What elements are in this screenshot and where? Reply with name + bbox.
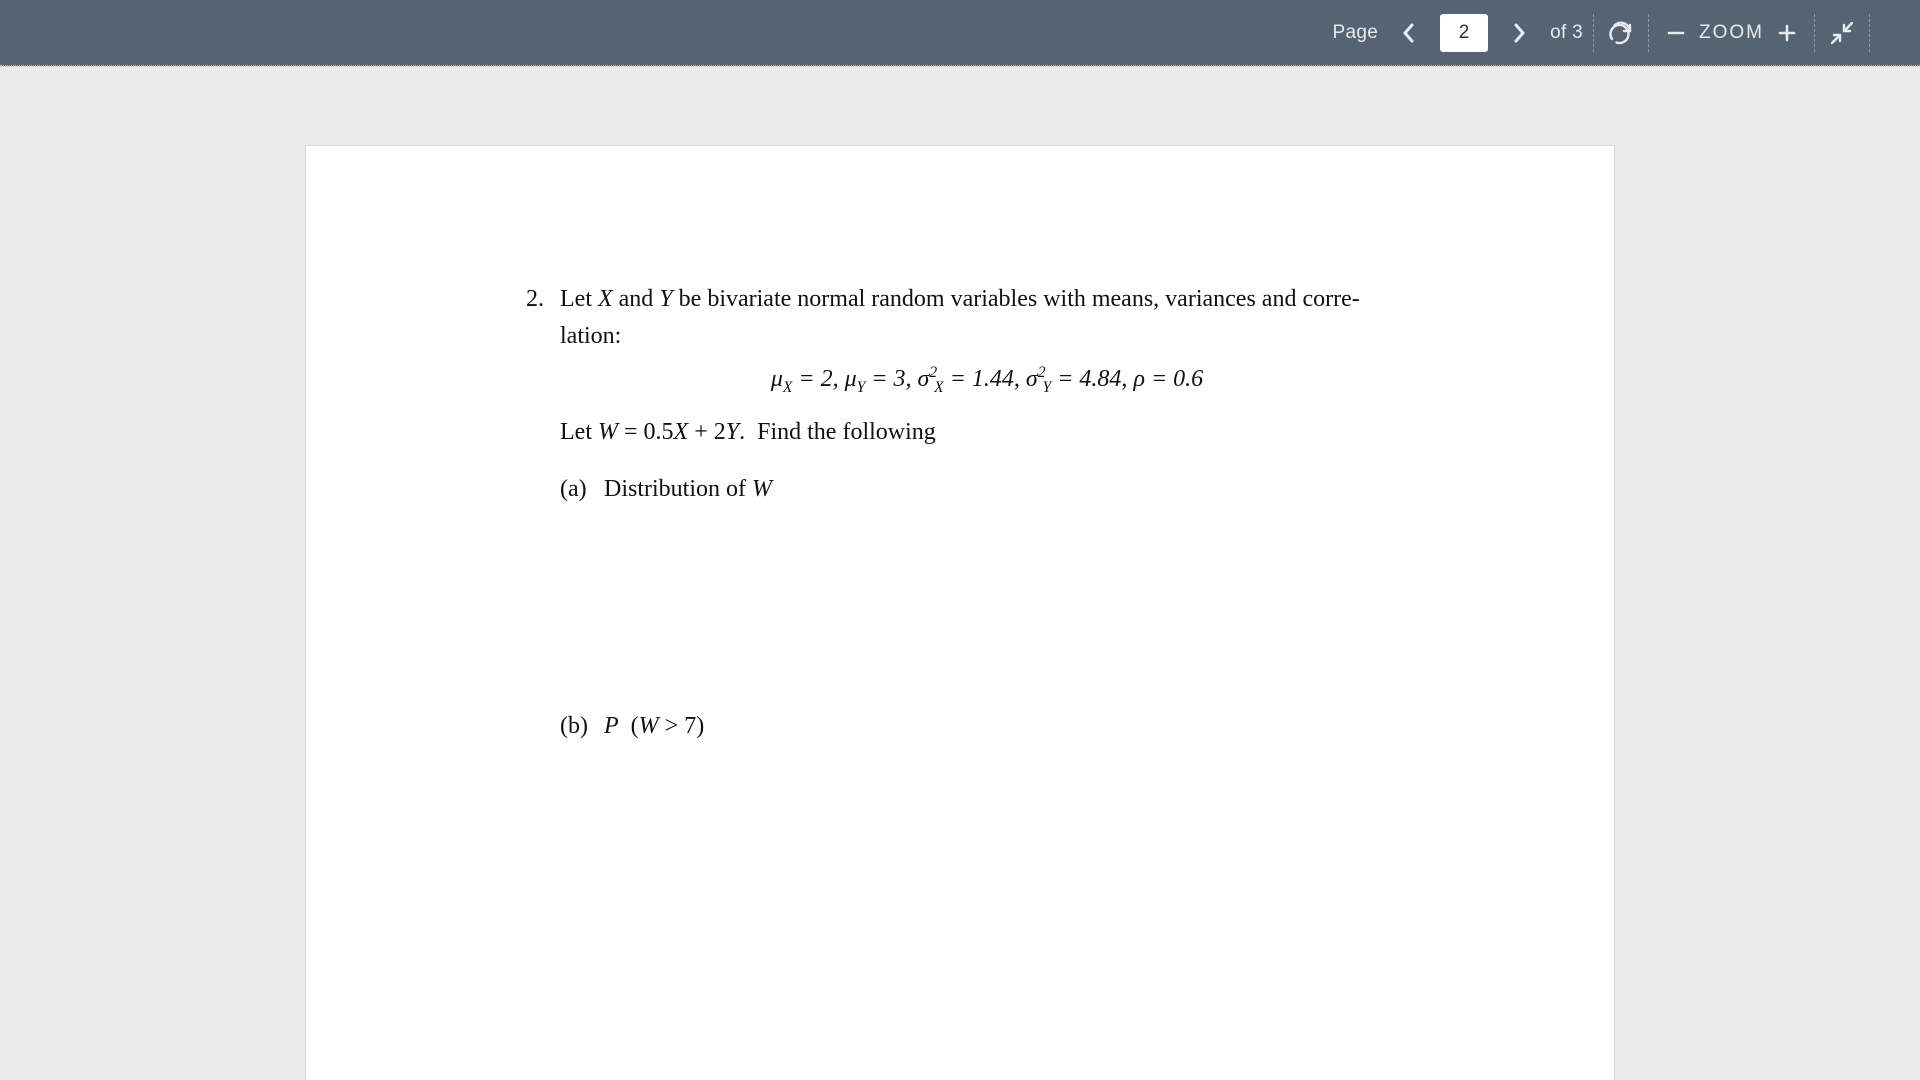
part-b-label: (b) (560, 713, 592, 740)
problem-block: 2. Let X and Y be bivariate normal rando… (516, 286, 1414, 740)
chevron-left-icon (1402, 23, 1416, 43)
part-b-text: P (604, 713, 619, 740)
page-nav-group: Page of 3 (1333, 14, 1583, 52)
toolbar-separator (1648, 14, 1649, 52)
chevron-right-icon (1512, 23, 1526, 43)
toolbar-separator (1869, 14, 1870, 52)
parameters-equation: μX = 2, μY = 3, σ2X = 1.44, σ2Y = 4.84, … (560, 364, 1414, 397)
intro-text-line2: lation: (560, 323, 1414, 350)
zoom-label: ZOOM (1699, 22, 1764, 44)
part-a: (a) Distribution of W (560, 476, 1414, 503)
prev-page-button[interactable] (1392, 16, 1426, 50)
intro-text-line1: Let X and Y be bivariate normal random v… (560, 286, 1414, 313)
page-label: Page (1333, 22, 1379, 44)
part-a-text: Distribution of W (604, 476, 772, 503)
document-viewport[interactable]: 2. Let X and Y be bivariate normal rando… (0, 66, 1920, 1080)
w-definition: Let W = 0.5X + 2Y. Find the following (560, 419, 1414, 446)
collapse-icon (1831, 22, 1853, 44)
reload-button[interactable] (1604, 16, 1638, 50)
fullscreen-collapse-button[interactable] (1825, 16, 1859, 50)
zoom-out-button[interactable] (1659, 16, 1693, 50)
page-total-label: of 3 (1550, 22, 1583, 44)
part-a-label: (a) (560, 476, 592, 503)
reload-icon (1609, 21, 1633, 45)
problem-body: Let X and Y be bivariate normal random v… (560, 286, 1414, 740)
page-number-input[interactable] (1440, 14, 1488, 52)
minus-icon (1666, 23, 1686, 43)
next-page-button[interactable] (1502, 16, 1536, 50)
toolbar-separator (1593, 14, 1594, 52)
problem-number: 2. (516, 286, 544, 740)
toolbar-separator (1814, 14, 1815, 52)
pdf-page: 2. Let X and Y be bivariate normal rando… (305, 145, 1615, 1080)
pdf-toolbar: Page of 3 ZOOM (0, 0, 1920, 66)
plus-icon (1777, 23, 1797, 43)
part-b: (b) P(W > 7) (560, 713, 1414, 740)
zoom-in-button[interactable] (1770, 16, 1804, 50)
